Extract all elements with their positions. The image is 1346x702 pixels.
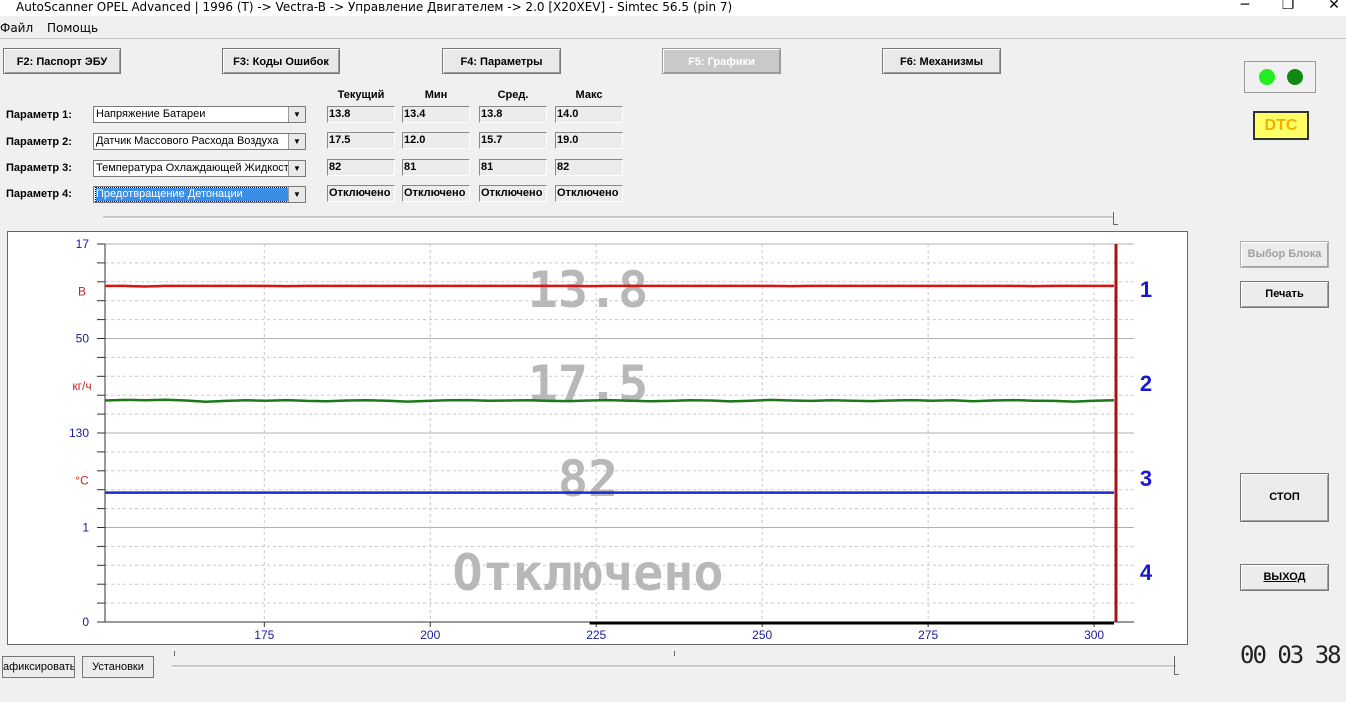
chart-canvas: 175 200 225 250 275 300 17 В 50 кг/ч 130 °С 1 0 13.8 17… <box>69 237 1153 642</box>
channel-number: 3 <box>1140 466 1152 491</box>
y-tick-label: 1 <box>82 521 89 535</box>
param-label: Параметр 4: <box>6 188 72 200</box>
menu-help[interactable]: Помощь <box>47 18 98 38</box>
col-max-header: Макс <box>575 89 603 101</box>
chart-panel: 175 200 225 250 275 300 17 В 50 кг/ч 130 °С 1 0 13.8 17… <box>7 231 1188 645</box>
value-max: 19.0 <box>555 132 623 149</box>
exit-button[interactable]: ВЫХОД <box>1240 564 1329 591</box>
x-tick-label: 250 <box>752 628 772 642</box>
value-max: 14.0 <box>555 106 623 123</box>
value-avg: Отключено <box>479 185 547 202</box>
y-tick-label: 130 <box>69 426 89 440</box>
value-avg: 15.7 <box>479 132 547 149</box>
param-select-value: Предотвращение Детонации <box>95 187 289 202</box>
channel-number: 4 <box>1140 560 1153 585</box>
param-label: Параметр 2: <box>6 136 72 148</box>
x-tick-label: 225 <box>586 628 606 642</box>
col-avg-header: Сред. <box>497 89 529 101</box>
col-min-header: Мин <box>424 89 448 101</box>
param-select-value: Напряжение Батареи <box>96 108 206 120</box>
y-unit-label: °С <box>75 473 89 487</box>
minimize-button[interactable]: ─ <box>1225 0 1265 14</box>
tab-parameters[interactable]: F4: Параметры <box>442 48 561 74</box>
value-max: 82 <box>555 159 623 176</box>
x-tick-label: 200 <box>420 628 440 642</box>
settings-button[interactable]: Установки <box>82 656 154 678</box>
y-tick-label: 50 <box>76 332 90 346</box>
bottom-scroll-track[interactable] <box>172 665 1176 668</box>
param-label: Параметр 1: <box>6 109 72 121</box>
param-select-1[interactable]: Напряжение Батареи ▼ <box>93 106 306 123</box>
value-max: Отключено <box>555 185 623 202</box>
value-current: 17.5 <box>327 132 395 149</box>
bottom-scroll-thumb[interactable] <box>1174 656 1179 675</box>
print-button[interactable]: Печать <box>1240 281 1329 308</box>
value-avg: 81 <box>479 159 547 176</box>
window-title: AutoScanner OPEL Advanced | 1996 (T) -> … <box>16 0 733 14</box>
x-tick-label: 275 <box>918 628 938 642</box>
status-led-green-icon <box>1259 69 1275 85</box>
x-tick-label: 175 <box>254 628 274 642</box>
channel-number: 2 <box>1140 371 1152 396</box>
value-min: Отключено <box>402 185 470 202</box>
param-select-4[interactable]: Предотвращение Детонации ▼ <box>93 186 306 203</box>
value-min: 81 <box>402 159 470 176</box>
y-tick-label: 0 <box>82 615 89 629</box>
param-select-3[interactable]: Температура Охлаждающей Жидкост ▼ <box>93 160 306 177</box>
tab-mechanisms[interactable]: F6: Механизмы <box>882 48 1001 74</box>
channel-number: 1 <box>1140 277 1152 302</box>
status-leds <box>1244 61 1316 93</box>
top-scroll-thumb[interactable] <box>1113 212 1118 225</box>
y-tick-label: 17 <box>76 237 90 251</box>
value-current: 82 <box>327 159 395 176</box>
bottom-slider-tick <box>174 651 175 656</box>
select-block-button[interactable]: Выбор Блока <box>1240 241 1329 268</box>
dropdown-arrow-icon[interactable]: ▼ <box>288 161 305 176</box>
value-current: Отключено <box>327 185 395 202</box>
status-led-dark-icon <box>1287 69 1303 85</box>
bottom-slider-tick <box>674 651 675 656</box>
dropdown-arrow-icon[interactable]: ▼ <box>288 187 305 202</box>
dtc-indicator[interactable]: DTC <box>1253 111 1309 140</box>
overlay-value: Отключено <box>453 544 724 602</box>
tab-ecu-passport[interactable]: F2: Паспорт ЭБУ <box>3 48 121 74</box>
top-scroll-track[interactable] <box>103 216 1113 219</box>
value-avg: 13.8 <box>479 106 547 123</box>
overlay-value: 13.8 <box>528 261 648 319</box>
menu-bar: Файл Помощь <box>0 18 108 38</box>
stop-button[interactable]: СТОП <box>1240 473 1329 522</box>
value-min: 12.0 <box>402 132 470 149</box>
param-label: Параметр 3: <box>6 162 72 174</box>
elapsed-timer: 00 03 38 <box>1240 641 1342 669</box>
value-current: 13.8 <box>327 106 395 123</box>
y-unit-label: В <box>78 284 86 298</box>
close-button[interactable]: ✕ <box>1314 0 1346 14</box>
series-line <box>105 284 1114 288</box>
menu-divider <box>0 38 1346 39</box>
value-min: 13.4 <box>402 106 470 123</box>
title-bar: AutoScanner OPEL Advanced | 1996 (T) -> … <box>0 0 1346 16</box>
param-select-value: Температура Охлаждающей Жидкост <box>96 162 288 174</box>
dropdown-arrow-icon[interactable]: ▼ <box>288 107 305 122</box>
maximize-button[interactable]: ❐ <box>1268 0 1308 14</box>
overlay-value: 17.5 <box>528 355 648 413</box>
menu-file[interactable]: Файл <box>0 18 33 38</box>
param-select-2[interactable]: Датчик Массового Расхода Воздуха ▼ <box>93 133 306 150</box>
y-unit-label: кг/ч <box>72 379 91 393</box>
tab-graphs[interactable]: F5: Графики <box>662 48 781 74</box>
dropdown-arrow-icon[interactable]: ▼ <box>288 134 305 149</box>
record-button[interactable]: афиксировать <box>2 656 75 678</box>
overlay-value: 82 <box>558 450 618 508</box>
x-tick-label: 300 <box>1084 628 1104 642</box>
param-select-value: Датчик Массового Расхода Воздуха <box>96 135 279 147</box>
col-current-header: Текущий <box>337 89 385 101</box>
tab-error-codes[interactable]: F3: Коды Ошибок <box>222 48 340 74</box>
